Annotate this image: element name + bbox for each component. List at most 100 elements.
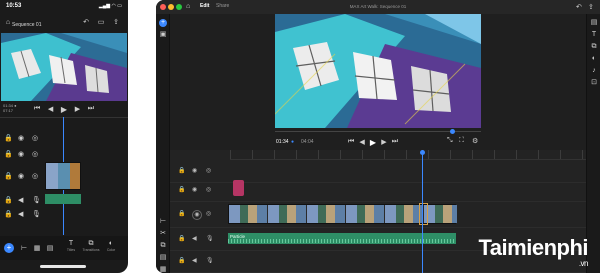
visibility-icon[interactable]: ◉	[192, 186, 197, 193]
fullscreen-icon[interactable]: ⛶	[459, 137, 464, 145]
mic-icon[interactable]: 🎙	[32, 210, 41, 218]
tab-transitions[interactable]: ⧉ Transitions	[82, 239, 100, 253]
lock-icon[interactable]: 🔒	[4, 210, 13, 218]
split-icon[interactable]: ✂	[159, 230, 167, 238]
delete-icon[interactable]: ▤	[159, 254, 167, 262]
current-timecode: 01:34	[276, 139, 289, 145]
video-track: 🔒 ◉ ◎	[170, 202, 586, 228]
titles-icon: T	[68, 240, 74, 247]
lock-icon[interactable]: 🔒	[178, 235, 185, 242]
home-indicator	[40, 265, 86, 268]
eye-icon[interactable]: ◎	[206, 167, 211, 174]
lock-icon[interactable]: 🔒	[178, 257, 185, 264]
grid-icon[interactable]: ▦	[159, 266, 167, 273]
transitions-icon[interactable]: ⧉	[590, 43, 598, 51]
phone-audio-clip[interactable]	[45, 194, 81, 204]
phone-status-icons: ▂▄▆ ◠ ▭	[98, 3, 122, 9]
share-icon[interactable]: ⇪	[588, 3, 594, 11]
trim-icon[interactable]: ⊢	[159, 218, 167, 226]
tab-color[interactable]: ◐ Color	[102, 239, 120, 253]
add-media-button[interactable]: +	[159, 19, 167, 27]
timeline-ruler[interactable]	[230, 150, 586, 160]
total-duration: 04:04	[301, 139, 314, 145]
lock-icon[interactable]: 🔒	[178, 210, 185, 217]
watermark-brand: Taimienphi .vn	[478, 235, 589, 268]
selected-clip-outline[interactable]	[419, 203, 428, 225]
step-forward-icon[interactable]: ▶	[75, 105, 80, 113]
scrub-track[interactable]	[275, 129, 481, 134]
lock-icon[interactable]: 🔒	[4, 172, 13, 180]
duplicate-icon[interactable]: ⧉	[159, 242, 167, 250]
settings-icon[interactable]: ⚙	[472, 137, 478, 145]
timeline-playhead[interactable]	[422, 150, 423, 273]
mic-icon[interactable]: 🎙	[206, 257, 214, 264]
lock-icon[interactable]: 🔒	[4, 196, 13, 204]
undo-icon[interactable]: ↶	[576, 3, 582, 11]
playhead-handle[interactable]	[420, 150, 425, 155]
audio-icon[interactable]: ♪	[590, 67, 598, 75]
undo-icon[interactable]: ↶	[82, 18, 90, 26]
eye-icon[interactable]: ◎	[32, 150, 38, 158]
tab-titles[interactable]: T Titles	[62, 239, 80, 253]
titles-icon[interactable]: T	[590, 31, 598, 39]
crop-icon[interactable]: ⊡	[590, 79, 598, 87]
overlay-track: 🔒 ◉ ◎	[170, 180, 586, 202]
speaker-icon[interactable]: ◀	[18, 210, 23, 218]
phone-viewer	[1, 33, 127, 101]
visibility-icon[interactable]: ◉	[18, 134, 24, 142]
media-icon[interactable]: ▣	[159, 31, 167, 39]
play-icon[interactable]: ▶	[370, 138, 376, 147]
project-icon[interactable]: ▭	[97, 18, 105, 26]
building-artwork-image	[275, 14, 481, 128]
eye-icon[interactable]: ◎	[32, 134, 38, 142]
step-back-icon[interactable]: ◀	[48, 105, 53, 113]
lock-icon[interactable]: 🔒	[4, 134, 13, 142]
visibility-icon[interactable]: ◉	[18, 172, 24, 180]
right-panel-rail: ▤ T ⧉ ◐ ♪ ⊡	[586, 14, 600, 273]
fit-icon[interactable]: ⤡	[447, 137, 453, 145]
visibility-icon[interactable]: ◉	[192, 167, 197, 174]
phone-track-row: 🔒 ◉ ◎	[0, 146, 128, 160]
lock-icon[interactable]: 🔒	[178, 167, 185, 174]
skip-back-icon[interactable]: ⏮	[34, 105, 40, 113]
phone-transport: ⏮ ◀ ▶ ▶ ⏭	[34, 104, 94, 114]
speaker-icon[interactable]: ◀	[18, 196, 23, 204]
visibility-icon[interactable]: ◉	[18, 150, 24, 158]
add-media-button[interactable]: +	[4, 243, 14, 253]
trim-icon[interactable]: ⊢	[20, 243, 28, 253]
speaker-icon[interactable]: ◀	[192, 257, 197, 264]
properties-icon[interactable]: ▤	[590, 19, 598, 27]
edit-icon[interactable]: ▤	[46, 243, 54, 253]
lock-icon[interactable]: 🔒	[178, 186, 185, 193]
graphic-clip[interactable]	[233, 180, 244, 196]
visibility-icon[interactable]: ◉	[192, 210, 202, 220]
building-artwork-image	[1, 33, 127, 101]
scrub-handle[interactable]	[450, 129, 455, 134]
sequence-name[interactable]: Sequence 01	[12, 22, 41, 28]
step-back-icon[interactable]: ◀	[359, 138, 364, 146]
eye-icon[interactable]: ◎	[32, 172, 38, 180]
mic-icon[interactable]: 🎙	[206, 235, 214, 242]
divider	[0, 117, 128, 118]
skip-forward-icon[interactable]: ⏭	[88, 105, 94, 113]
program-monitor	[275, 14, 481, 128]
share-icon[interactable]: ⇪	[112, 18, 120, 26]
eye-icon[interactable]: ◎	[206, 210, 211, 217]
home-icon[interactable]: ⌂	[4, 18, 12, 26]
grid-icon[interactable]: ▦	[33, 243, 41, 253]
speaker-icon[interactable]: ◀	[192, 235, 197, 242]
skip-forward-icon[interactable]: ⏭	[392, 138, 398, 146]
phone-clock: 10:53	[6, 3, 22, 9]
transitions-icon: ⧉	[88, 240, 94, 247]
color-icon[interactable]: ◐	[590, 55, 598, 63]
eye-icon[interactable]: ◎	[206, 186, 211, 193]
step-forward-icon[interactable]: ▶	[381, 138, 386, 146]
skip-back-icon[interactable]: ⏮	[348, 138, 354, 146]
lock-icon[interactable]: 🔒	[4, 150, 13, 158]
play-icon[interactable]: ▶	[61, 105, 67, 114]
phone-video-clip[interactable]	[45, 162, 81, 190]
mic-icon[interactable]: 🎙	[32, 196, 41, 204]
phone-audio-track: 🔒 ◀ 🎙	[0, 206, 128, 220]
timecode-marker: ●	[291, 139, 295, 145]
phone-track-row: 🔒 ◉ ◎	[0, 130, 128, 144]
